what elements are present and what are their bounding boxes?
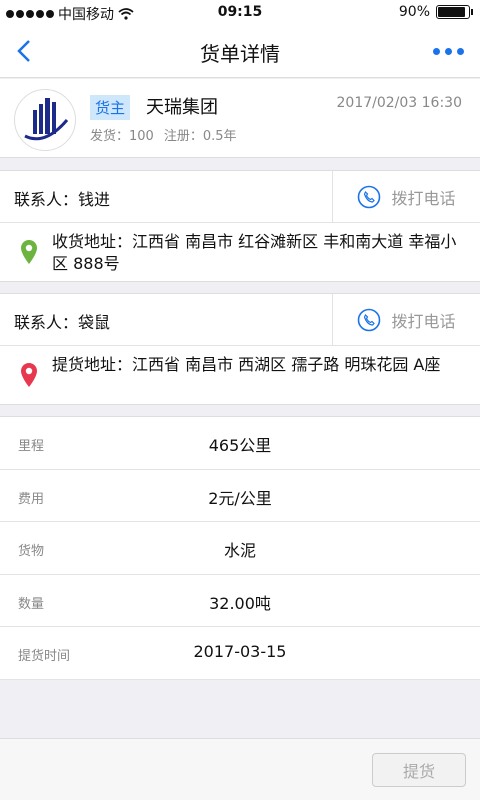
receiver-call-button[interactable]: 拨打电话 [332, 171, 480, 223]
receiver-contact-label: 联系人：钱进 [14, 190, 111, 209]
battery-icon [436, 5, 473, 19]
page-title: 货单详情 [200, 42, 280, 66]
location-pin-icon [21, 363, 37, 387]
company-name: 天瑞集团 [146, 97, 218, 118]
order-details: 里程 465公里 费用 2元/公里 货物 水泥 数量 32.00吨 提货时间 2… [0, 416, 480, 680]
pickup-contact-row: 联系人：袋鼠 拨打电话 [0, 294, 480, 346]
detail-row-cargo: 货物 水泥 [0, 522, 480, 575]
shipper-tag: 货主 [90, 95, 131, 120]
receiver-call-label: 拨打电话 [391, 189, 456, 208]
detail-value: 水泥 [223, 541, 256, 560]
pickup-call-label: 拨打电话 [391, 312, 456, 331]
phone-icon [358, 308, 381, 332]
pickup-contact-label: 联系人：袋鼠 [14, 313, 111, 332]
shipper-card: 货主 天瑞集团 2017/02/03 16:30 发货：100 注册：0.5年 [0, 79, 480, 158]
registered-duration: 注册：0.5年 [163, 129, 237, 144]
shipments-count: 发货：100 [90, 129, 154, 144]
detail-value: 2元/公里 [208, 488, 272, 508]
location-pin-icon [21, 240, 37, 264]
detail-row-mileage: 里程 465公里 [0, 417, 480, 470]
shipper-meta: 发货：100 注册：0.5年 [90, 125, 237, 144]
receiver-address: 收货地址：江西省 南昌市 红谷滩新区 丰和南大道 幸福小区 888号 [52, 232, 457, 273]
more-icon[interactable] [433, 48, 464, 55]
detail-key: 提货时间 [18, 649, 71, 664]
company-logo [14, 89, 76, 151]
detail-value: 465公里 [208, 436, 272, 455]
navigation-bar: 货单详情 [0, 26, 480, 78]
pickup-address: 提货地址：江西省 南昌市 西湖区 孺子路 明珠花园 A座 [52, 355, 441, 374]
status-bar: 中国移动 09:15 90% [0, 0, 480, 26]
battery-percent: 90% [398, 4, 430, 20]
detail-key: 里程 [18, 439, 45, 454]
order-timestamp: 2017/02/03 16:30 [336, 95, 463, 111]
pickup-section: 联系人：袋鼠 拨打电话 提货地址：江西省 南昌市 西湖区 孺子路 明珠花园 A座 [0, 293, 480, 405]
detail-value: 32.00吨 [209, 593, 271, 613]
detail-row-quantity: 数量 32.00吨 [0, 575, 480, 627]
receiver-contact-row: 联系人：钱进 拨打电话 [0, 171, 480, 223]
detail-key: 货物 [18, 544, 45, 559]
pickup-button[interactable]: 提货 [372, 753, 466, 787]
pickup-address-row: 提货地址：江西省 南昌市 西湖区 孺子路 明珠花园 A座 [0, 346, 480, 404]
pickup-call-button[interactable]: 拨打电话 [332, 294, 480, 346]
receiver-address-row: 收货地址：江西省 南昌市 红谷滩新区 丰和南大道 幸福小区 888号 [0, 223, 480, 281]
status-right: 90% [398, 4, 473, 20]
detail-key: 费用 [18, 491, 45, 507]
battery-fill [438, 7, 465, 17]
detail-key: 数量 [18, 596, 45, 612]
bottom-bar: 提货 [0, 738, 480, 800]
receiver-section: 联系人：钱进 拨打电话 收货地址：江西省 南昌市 红谷滩新区 丰和南大道 幸福小… [0, 170, 480, 282]
detail-row-cost: 费用 2元/公里 [0, 470, 480, 522]
detail-row-pickup-time: 提货时间 2017-03-15 [0, 627, 480, 680]
detail-value: 2017-03-15 [193, 642, 287, 661]
phone-icon [358, 185, 381, 209]
